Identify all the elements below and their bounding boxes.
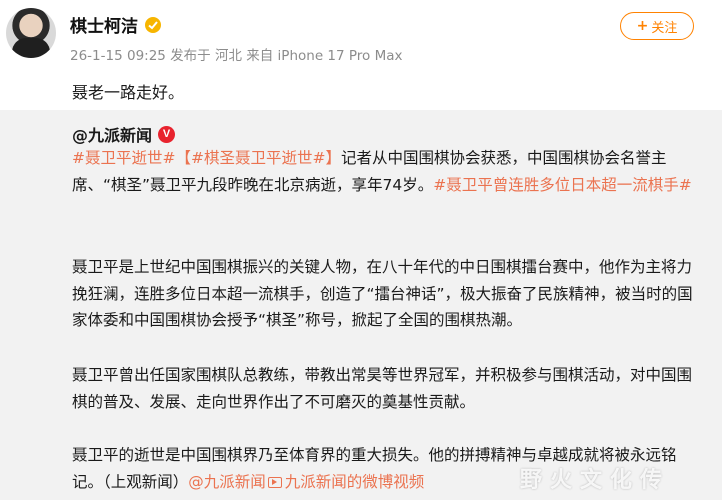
watermark: 野火文化传 [520,468,671,493]
video-icon [267,476,282,488]
hashtag-link[interactable]: #聂卫平曾连胜多位日本超一流棋手# [433,176,691,194]
repost-author: @九派新闻 V [72,122,176,146]
repost-author-name[interactable]: @九派新闻 [72,122,152,146]
repost-paragraph-1: #聂卫平逝世#【#棋圣聂卫平逝世#】记者从中国围棋协会获悉，中国围棋协会名誉主席… [72,145,702,198]
avatar[interactable] [6,8,56,58]
username-row: 棋士柯洁 [70,12,162,37]
verified-badge-icon [145,16,161,33]
mention-link[interactable]: @九派新闻 [188,473,266,491]
follow-label: 关注 [651,20,678,36]
username[interactable]: 棋士柯洁 [70,12,138,37]
repost-paragraph-2: 聂卫平是上世纪中国围棋振兴的关键人物，在八十年代的中日围棋擂台赛中，他作为主将力… [72,258,693,329]
repost-paragraph-3: 聂卫平曾出任国家围棋队总教练，带教出常昊等世界冠军，并积极参与围棋活动，对中国围… [72,366,693,411]
avatar-figure [12,38,50,58]
post-meta: 26-1-15 09:25 发布于 河北 来自 iPhone 17 Pro Ma… [70,48,403,64]
red-v-verified-icon: V [158,125,176,143]
post-header: 棋士柯洁 26-1-15 09:25 发布于 河北 来自 iPhone 17 P… [0,0,722,110]
repost-card[interactable]: @九派新闻 V #聂卫平逝世#【#棋圣聂卫平逝世#】记者从中国围棋协会获悉，中国… [0,110,722,500]
video-link[interactable]: 九派新闻的微博视频 [285,473,425,491]
hashtag-link[interactable]: 【#棋圣聂卫平逝世#】 [175,149,340,167]
post-text: 聂老一路走好。 [72,83,185,102]
plus-icon: + [636,18,649,34]
follow-button[interactable]: + 关注 [620,12,694,40]
hashtag-link[interactable]: #聂卫平逝世# [72,149,175,167]
